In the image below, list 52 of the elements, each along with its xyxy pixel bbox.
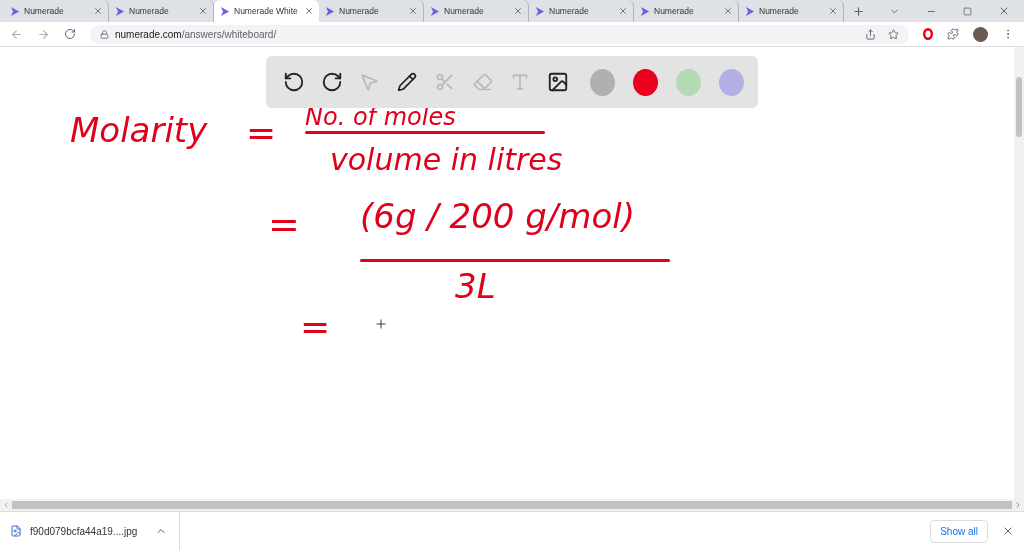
download-item[interactable]: f90d079bcfa44a19....jpg — [10, 512, 181, 550]
avatar-icon[interactable] — [973, 26, 988, 42]
color-swatch[interactable] — [590, 68, 616, 96]
close-icon[interactable] — [513, 6, 523, 16]
close-icon[interactable] — [998, 5, 1010, 17]
star-icon[interactable] — [888, 28, 899, 40]
scroll-right-icon[interactable] — [1014, 501, 1022, 509]
close-icon[interactable] — [1002, 525, 1014, 537]
play-logo-icon — [744, 5, 755, 17]
close-icon[interactable] — [198, 6, 208, 16]
share-icon[interactable] — [865, 28, 876, 40]
close-icon[interactable] — [93, 6, 103, 16]
horizontal-scrollbar[interactable] — [0, 499, 1024, 511]
url-domain: numerade.com — [115, 28, 182, 40]
handwritten-text: = — [268, 205, 300, 243]
crosshair-cursor-icon — [374, 317, 388, 331]
close-icon[interactable] — [408, 6, 418, 16]
play-logo-icon — [324, 5, 335, 17]
color-swatch[interactable] — [676, 68, 702, 96]
scroll-left-icon[interactable] — [2, 501, 10, 509]
restore-icon[interactable] — [963, 6, 972, 16]
puzzle-icon[interactable] — [947, 28, 959, 40]
reload-icon[interactable] — [64, 28, 76, 40]
play-logo-icon — [219, 5, 230, 17]
play-logo-icon — [114, 5, 125, 17]
url-path: /answers/whiteboard/ — [181, 28, 277, 40]
play-logo-icon — [534, 5, 545, 17]
color-swatch[interactable] — [633, 68, 659, 96]
close-icon[interactable] — [304, 6, 314, 16]
show-all-button[interactable]: Show all — [930, 519, 988, 543]
close-icon[interactable] — [828, 6, 838, 16]
handwritten-text: volume in litres — [330, 145, 563, 175]
play-logo-icon — [639, 5, 650, 17]
close-icon[interactable] — [618, 6, 628, 16]
handwritten-text: (6g / 200 g/mol) — [360, 199, 635, 233]
back-icon[interactable] — [10, 27, 23, 41]
lock-icon — [100, 29, 109, 39]
color-swatch[interactable] — [719, 68, 745, 96]
handwritten-text: Molarity — [70, 113, 208, 147]
forward-icon[interactable] — [37, 27, 50, 41]
handwritten-text: = — [300, 309, 331, 345]
vertical-scrollbar[interactable] — [1014, 47, 1024, 499]
play-logo-icon — [429, 5, 440, 17]
play-logo-icon — [9, 5, 20, 17]
handwritten-text: = — [246, 115, 277, 151]
file-icon — [10, 525, 22, 537]
file-name: f90d079bcfa44a19....jpg — [30, 525, 138, 537]
browser-logo-icon[interactable] — [923, 28, 933, 40]
close-icon[interactable] — [723, 6, 733, 16]
handwritten-text: 3L — [455, 269, 496, 303]
browser-tab[interactable]: Numerade White — [214, 0, 319, 22]
address-bar[interactable]: numerade.com/answers/whiteboard/ — [90, 24, 909, 44]
